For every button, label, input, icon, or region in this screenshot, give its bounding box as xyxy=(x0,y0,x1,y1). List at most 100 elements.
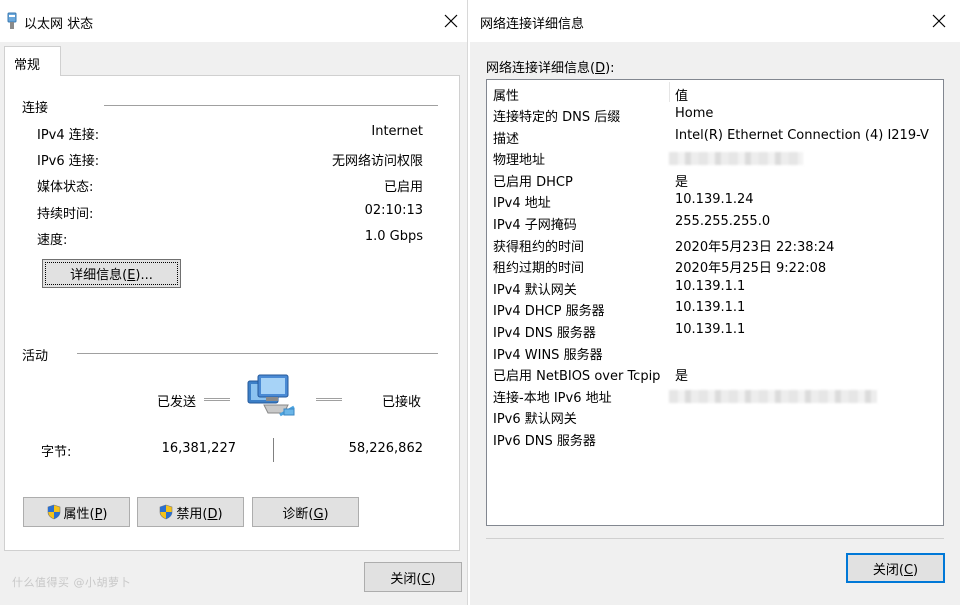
value-cell: Home xyxy=(675,106,714,121)
property-cell: 已启用 NetBIOS over Tcpip xyxy=(493,369,661,385)
title-bar: 以太网 状态 xyxy=(0,0,467,42)
bytes-divider xyxy=(273,438,274,462)
close-button-label: 关闭(C) xyxy=(390,571,436,587)
activity-divider xyxy=(77,353,438,354)
network-details-window: 网络连接详细信息 网络连接详细信息(D): 属性 值 连接特定的 DNS 后缀 … xyxy=(470,0,960,605)
sent-label: 已发送 xyxy=(157,395,197,410)
ethernet-status-window: 以太网 状态 常规 连接 IPv4 连接: Internet IPv6 连接: … xyxy=(0,0,468,605)
redacted-value xyxy=(669,152,803,166)
diagnose-button[interactable]: 诊断(G) xyxy=(252,497,359,527)
ipv6-connectivity-value: 无网络访问权限 xyxy=(331,154,423,169)
received-line xyxy=(316,398,342,401)
list-item[interactable]: IPv6 DNS 服务器 xyxy=(487,430,943,452)
value-cell: 2020年5月23日 22:38:24 xyxy=(675,239,835,255)
column-header-value[interactable]: 值 xyxy=(675,85,688,104)
speed-label: 速度: xyxy=(37,233,68,248)
properties-button-label: 属性(P) xyxy=(63,506,108,522)
media-state-value: 已启用 xyxy=(383,180,423,195)
property-cell: 获得租约的时间 xyxy=(493,239,585,255)
value-cell: 10.139.1.1 xyxy=(675,322,746,337)
value-cell: Intel(R) Ethernet Connection (4) I219-V xyxy=(675,127,929,143)
list-item[interactable]: 已启用 DHCP 是 xyxy=(487,171,943,193)
received-label: 已接收 xyxy=(382,395,422,410)
close-window-button[interactable] xyxy=(440,10,462,32)
details-button-label: 详细信息(E)... xyxy=(70,268,153,283)
ipv4-connectivity-value: Internet xyxy=(371,124,423,139)
close-icon xyxy=(444,14,458,28)
list-item[interactable]: 租约过期的时间 2020年5月25日 9:22:08 xyxy=(487,257,943,279)
value-cell: 10.139.1.24 xyxy=(675,192,754,208)
value-cell: 10.139.1.1 xyxy=(675,278,746,294)
details-listview[interactable]: 属性 值 连接特定的 DNS 后缀 Home 描述 Intel(R) Ether… xyxy=(486,79,944,526)
listview-header: 属性 值 xyxy=(487,80,943,104)
close-button-label: 关闭(C) xyxy=(872,562,919,578)
list-item[interactable]: 连接特定的 DNS 后缀 Home xyxy=(487,106,943,128)
list-item[interactable]: IPv6 默认网关 xyxy=(487,408,943,430)
list-item[interactable]: IPv4 DHCP 服务器 10.139.1.1 xyxy=(487,300,943,322)
properties-button[interactable]: 属性(P) xyxy=(23,497,130,527)
connection-heading: 连接 xyxy=(22,101,49,116)
list-item[interactable]: IPv4 子网掩码 255.255.255.0 xyxy=(487,214,943,236)
title-bar: 网络连接详细信息 xyxy=(470,0,960,42)
uac-shield-icon xyxy=(47,504,60,520)
column-separator[interactable] xyxy=(669,82,670,102)
duration-label: 持续时间: xyxy=(37,207,94,222)
property-cell: IPv4 DNS 服务器 xyxy=(493,326,596,341)
window-title: 网络连接详细信息 xyxy=(480,17,585,32)
details-list-caption: 网络连接详细信息(D): xyxy=(486,61,615,76)
column-header-property[interactable]: 属性 xyxy=(493,85,519,104)
value-cell: 是 xyxy=(675,369,689,385)
tab-general[interactable]: 常规 xyxy=(4,46,61,76)
duration-value: 02:10:13 xyxy=(364,203,423,218)
list-item[interactable]: IPv4 DNS 服务器 10.139.1.1 xyxy=(487,322,943,344)
bytes-label: 字节: xyxy=(41,445,72,460)
property-cell: IPv6 DNS 服务器 xyxy=(493,434,596,449)
close-icon xyxy=(932,14,946,28)
property-cell: 已启用 DHCP xyxy=(493,174,573,190)
list-item[interactable]: 描述 Intel(R) Ethernet Connection (4) I219… xyxy=(487,128,943,150)
ipv4-connectivity-label: IPv4 连接: xyxy=(37,128,100,143)
property-cell: 连接特定的 DNS 后缀 xyxy=(493,110,621,125)
list-item[interactable]: 获得租约的时间 2020年5月23日 22:38:24 xyxy=(487,236,943,258)
close-window-button[interactable] xyxy=(928,10,950,32)
property-cell: IPv4 地址 xyxy=(493,196,551,212)
property-cell: 描述 xyxy=(493,131,520,147)
property-cell: IPv4 子网掩码 xyxy=(493,218,577,233)
close-button[interactable]: 关闭(C) xyxy=(364,562,462,592)
redacted-value xyxy=(669,389,877,403)
bytes-sent-value: 16,381,227 xyxy=(161,441,236,456)
disable-button[interactable]: 禁用(D) xyxy=(137,497,244,527)
value-cell: 是 xyxy=(675,174,689,190)
property-cell: 连接-本地 IPv6 地址 xyxy=(493,390,612,406)
list-item[interactable]: 连接-本地 IPv6 地址 xyxy=(487,387,943,409)
disable-button-label: 禁用(D) xyxy=(176,506,223,522)
property-cell: IPv4 默认网关 xyxy=(493,282,577,298)
list-item[interactable]: 物理地址 xyxy=(487,149,943,171)
bytes-received-value: 58,226,862 xyxy=(348,441,423,456)
list-item[interactable]: IPv4 WINS 服务器 xyxy=(487,344,943,366)
property-cell: 租约过期的时间 xyxy=(493,261,585,277)
network-computer-icon xyxy=(247,374,295,417)
property-cell: IPv4 DHCP 服务器 xyxy=(493,304,605,320)
property-cell: 物理地址 xyxy=(493,153,546,169)
uac-shield-icon xyxy=(160,504,173,520)
list-item[interactable]: 已启用 NetBIOS over Tcpip 是 xyxy=(487,365,943,387)
media-state-label: 媒体状态: xyxy=(37,180,94,195)
watermark: 什么值得买 @小胡萝卜 xyxy=(12,576,131,589)
list-item[interactable]: IPv4 地址 10.139.1.24 xyxy=(487,192,943,214)
window-title: 以太网 状态 xyxy=(24,17,94,32)
list-item[interactable]: IPv4 默认网关 10.139.1.1 xyxy=(487,279,943,301)
value-cell: 10.139.1.1 xyxy=(675,300,746,316)
speed-value: 1.0 Gbps xyxy=(364,229,423,244)
footer-divider xyxy=(486,538,944,539)
close-button[interactable]: 关闭(C) xyxy=(846,553,945,583)
value-cell: 2020年5月25日 9:22:08 xyxy=(675,261,827,277)
ethernet-plug-icon xyxy=(7,12,17,29)
activity-heading: 活动 xyxy=(22,349,49,364)
value-cell: 255.255.255.0 xyxy=(675,214,771,229)
property-cell: IPv6 默认网关 xyxy=(493,412,577,428)
diagnose-button-label: 诊断(G) xyxy=(282,506,329,522)
sent-line xyxy=(204,398,230,401)
connection-divider xyxy=(104,105,438,106)
details-button[interactable]: 详细信息(E)... xyxy=(42,259,181,288)
